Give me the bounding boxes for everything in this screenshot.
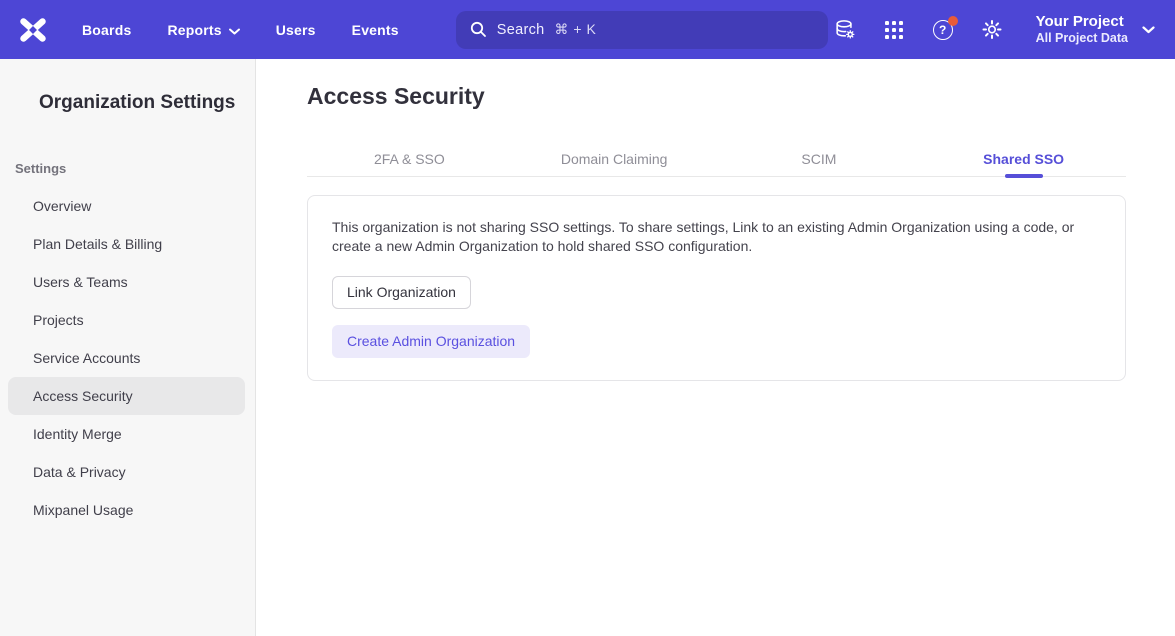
project-data-view: All Project Data — [1036, 31, 1128, 46]
nav-item-boards[interactable]: Boards — [82, 22, 131, 38]
sidebar-title: Organization Settings — [39, 92, 255, 114]
settings-gear-icon[interactable] — [981, 19, 1003, 41]
page-title: Access Security — [307, 82, 1126, 110]
project-switcher-text: Your Project All Project Data — [1036, 13, 1128, 46]
notification-dot — [948, 16, 958, 26]
create-admin-organization-button[interactable]: Create Admin Organization — [332, 325, 530, 358]
data-management-icon[interactable] — [834, 19, 856, 41]
nav-item-label: Reports — [167, 22, 221, 38]
sidebar-item-overview[interactable]: Overview — [8, 187, 245, 225]
sidebar-item-mixpanel-usage[interactable]: Mixpanel Usage — [8, 491, 245, 529]
top-navigation: Boards Reports Users Events Search ⌘ + K — [0, 0, 1175, 59]
sidebar-section-label: Settings — [15, 161, 255, 176]
nav-item-users[interactable]: Users — [276, 22, 316, 38]
page-body: Organization Settings Settings Overview … — [0, 59, 1175, 636]
tab-domain-claiming[interactable]: Domain Claiming — [512, 141, 717, 176]
grid-3x3-glyph — [885, 21, 903, 39]
sidebar-item-plan-details-billing[interactable]: Plan Details & Billing — [8, 225, 245, 263]
sidebar-item-service-accounts[interactable]: Service Accounts — [8, 339, 245, 377]
tab-2fa-sso[interactable]: 2FA & SSO — [307, 141, 512, 176]
link-organization-button[interactable]: Link Organization — [332, 276, 471, 309]
top-nav-actions: ? Your Project All — [834, 13, 1155, 46]
search-shortcut: ⌘ + K — [555, 21, 597, 38]
search-placeholder: Search — [497, 22, 545, 38]
main-content: Access Security 2FA & SSO Domain Claimin… — [256, 59, 1175, 636]
mixpanel-logo-icon[interactable] — [18, 15, 48, 45]
sidebar-nav-list: Overview Plan Details & Billing Users & … — [0, 187, 255, 529]
shared-sso-card: This organization is not sharing SSO set… — [307, 195, 1126, 381]
sidebar-item-identity-merge[interactable]: Identity Merge — [8, 415, 245, 453]
nav-item-label: Users — [276, 22, 316, 38]
chevron-down-icon — [229, 22, 240, 38]
sidebar-item-data-privacy[interactable]: Data & Privacy — [8, 453, 245, 491]
sidebar-item-access-security[interactable]: Access Security — [8, 377, 245, 415]
search-input[interactable]: Search ⌘ + K — [456, 11, 828, 49]
access-security-tabs: 2FA & SSO Domain Claiming SCIM Shared SS… — [307, 141, 1126, 177]
primary-nav: Boards Reports Users Events — [82, 22, 399, 38]
apps-grid-icon[interactable] — [883, 19, 905, 41]
settings-sidebar: Organization Settings Settings Overview … — [0, 59, 256, 636]
project-switcher[interactable]: Your Project All Project Data — [1036, 13, 1155, 46]
tab-scim[interactable]: SCIM — [717, 141, 922, 176]
tab-shared-sso[interactable]: Shared SSO — [921, 141, 1126, 176]
sidebar-item-projects[interactable]: Projects — [8, 301, 245, 339]
project-name: Your Project — [1036, 13, 1128, 31]
sidebar-item-users-teams[interactable]: Users & Teams — [8, 263, 245, 301]
help-icon[interactable]: ? — [932, 19, 954, 41]
nav-item-label: Events — [352, 22, 399, 38]
nav-item-events[interactable]: Events — [352, 22, 399, 38]
nav-item-label: Boards — [82, 22, 131, 38]
search-icon — [470, 21, 487, 38]
nav-item-reports[interactable]: Reports — [167, 22, 239, 38]
shared-sso-description: This organization is not sharing SSO set… — [332, 218, 1094, 256]
chevron-down-icon — [1142, 21, 1155, 39]
